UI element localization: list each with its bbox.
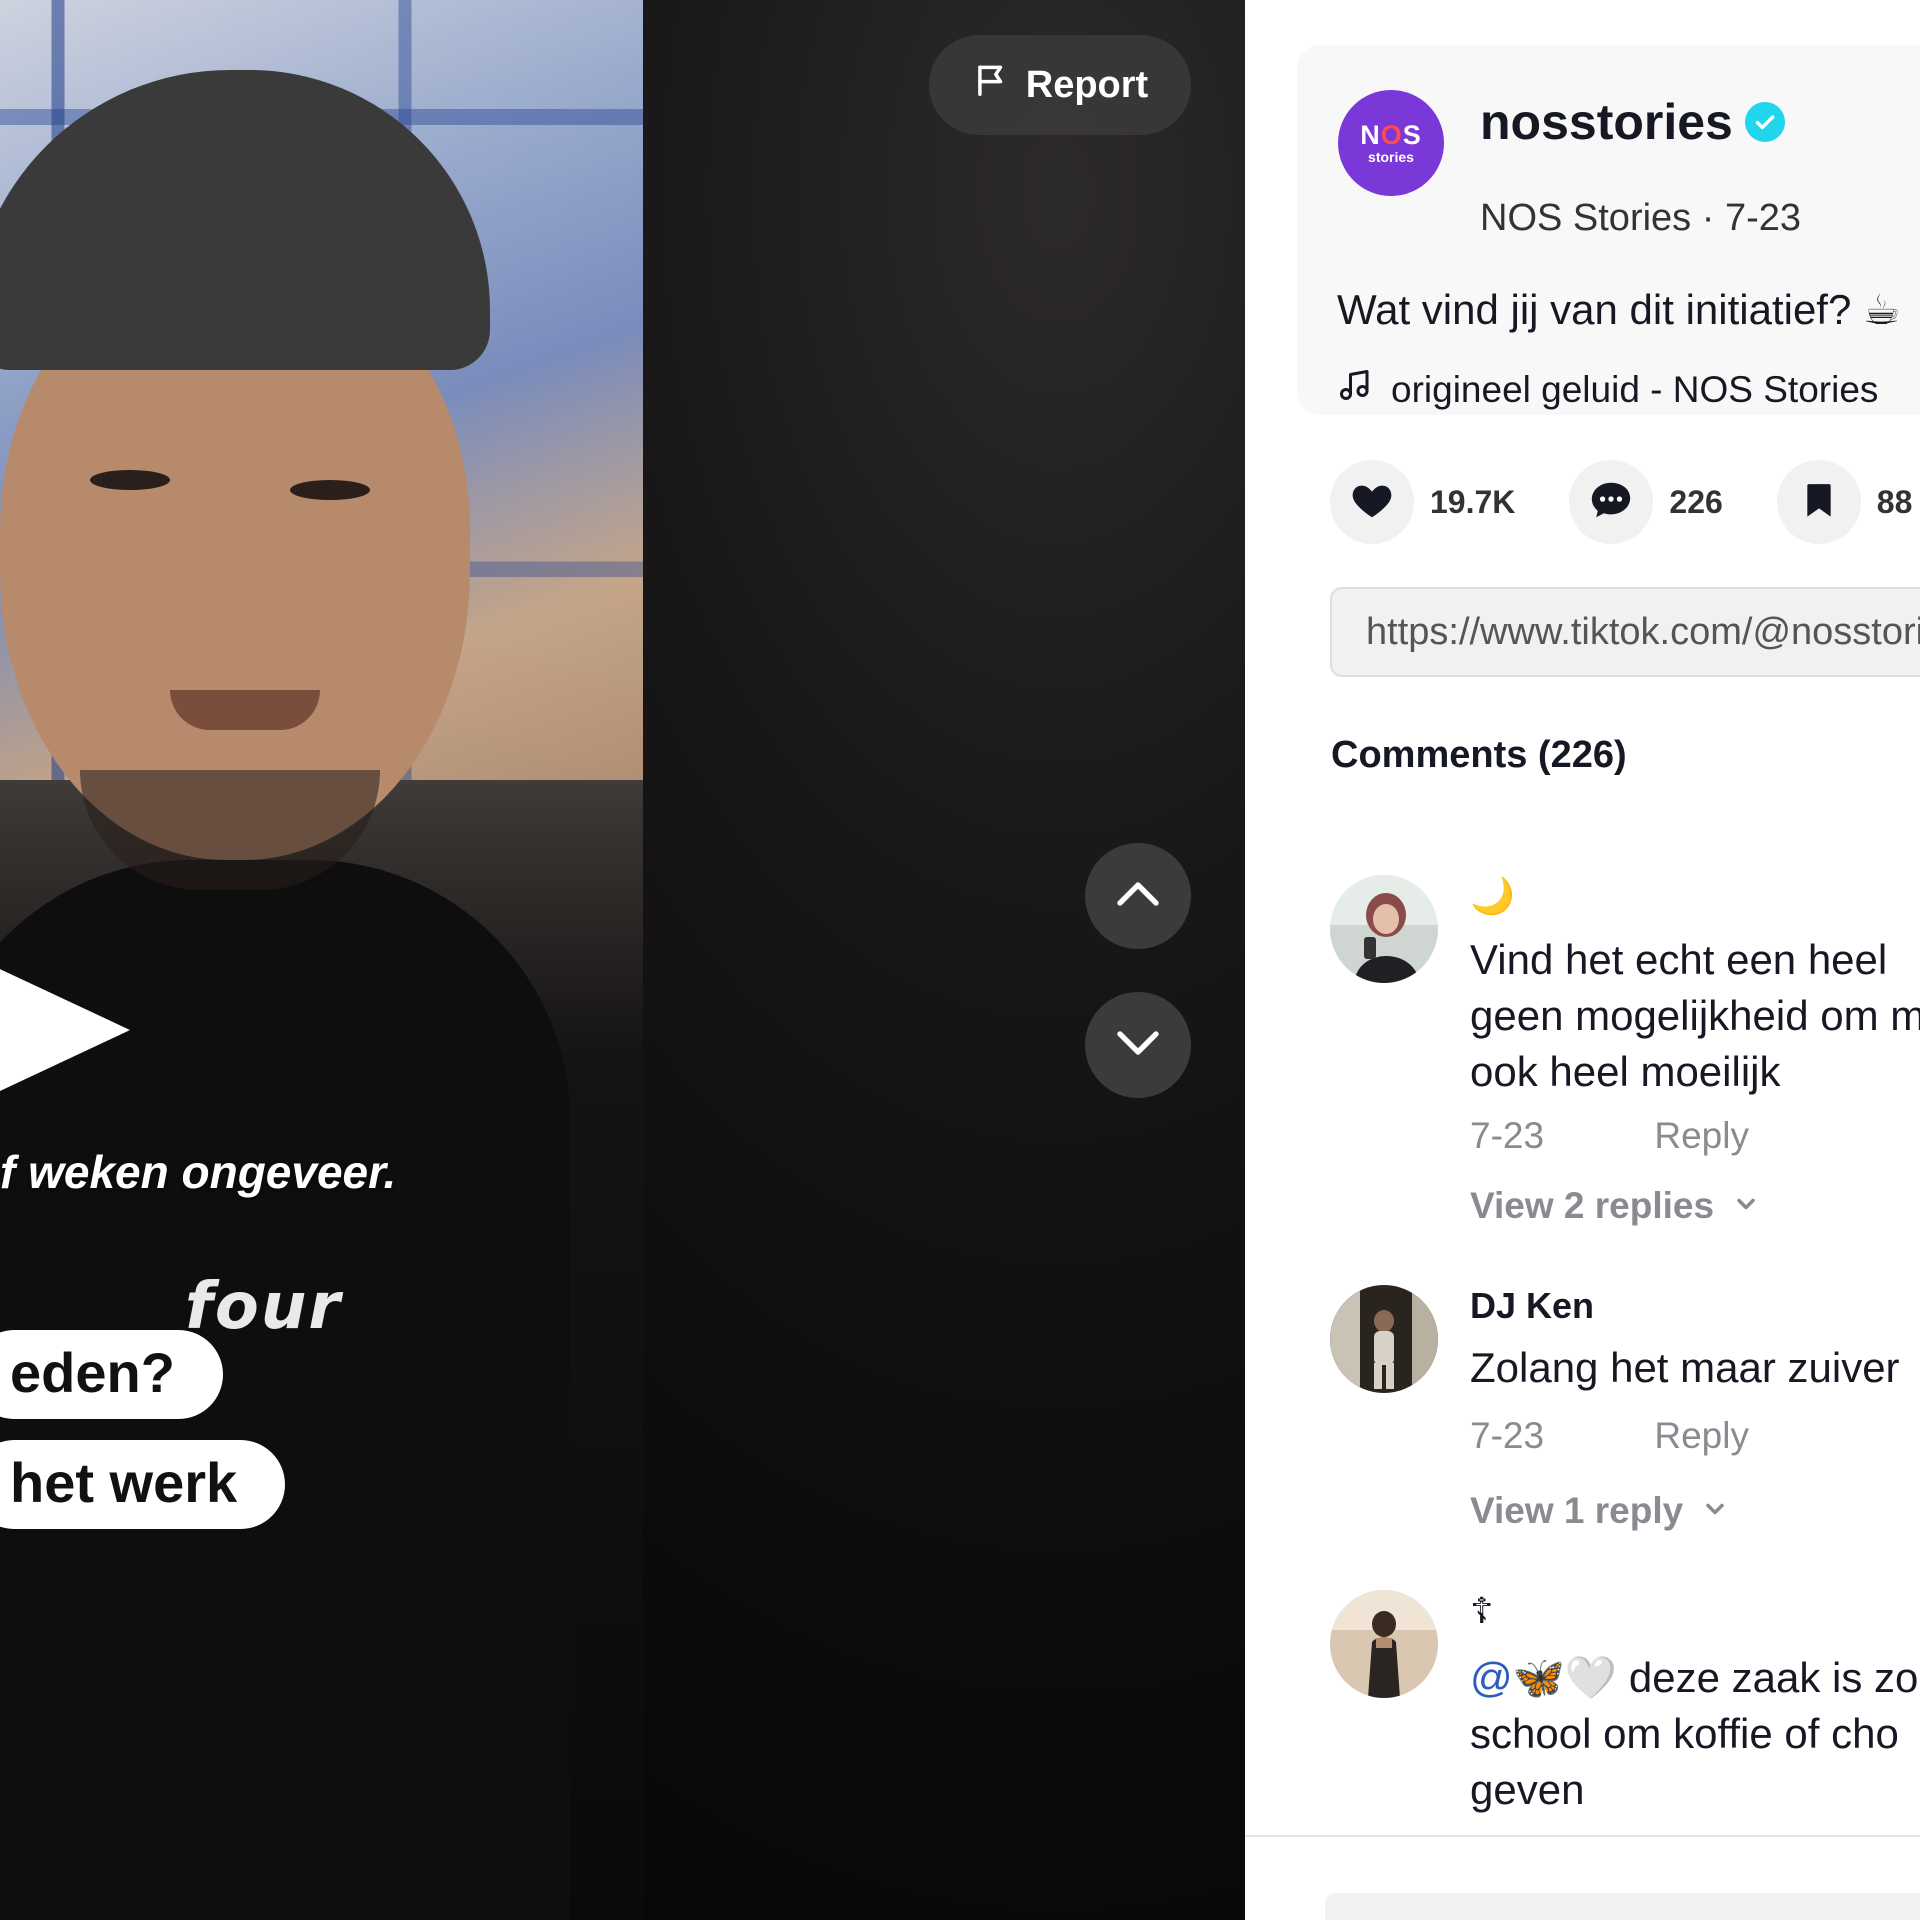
shirt-brand-text: four <box>185 1270 342 1344</box>
divider <box>1245 1835 1920 1837</box>
like-count: 19.7K <box>1430 483 1516 520</box>
comment-button[interactable] <box>1569 460 1654 544</box>
avatar-logo-subtext: stories <box>1368 148 1414 165</box>
bookmark-icon <box>1799 480 1839 525</box>
save-action[interactable]: 88 <box>1776 460 1913 544</box>
reply-button[interactable]: Reply <box>1654 1415 1749 1456</box>
comment-text-line: Zolang het maar zuiver <box>1470 1344 1900 1391</box>
report-button[interactable]: Report <box>929 35 1191 135</box>
like-button[interactable] <box>1330 460 1414 544</box>
avatar-logo-text: NOS <box>1360 119 1422 150</box>
save-button[interactable] <box>1776 460 1861 544</box>
comments-heading: Comments (226) <box>1331 734 1627 776</box>
save-count: 88 <box>1876 483 1913 520</box>
commenter-name[interactable]: DJ Ken <box>1470 1285 1594 1327</box>
author-avatar[interactable]: NOS stories <box>1338 90 1444 196</box>
verified-badge-icon <box>1744 102 1785 142</box>
next-video-button[interactable] <box>1085 992 1191 1098</box>
comment-action[interactable]: 226 <box>1569 460 1723 544</box>
video-caption-pill: het werk <box>0 1440 286 1529</box>
comment-text: @🦋🤍 deze zaak is zo school om koffie of … <box>1470 1650 1918 1818</box>
comment-text: Vind het echt een heel geen mogelijkheid… <box>1470 932 1920 1100</box>
chevron-down-icon <box>1701 1490 1729 1532</box>
chevron-up-icon <box>1111 867 1165 926</box>
comment-text-line: geven <box>1470 1766 1585 1813</box>
commenter-avatar[interactable] <box>1330 1590 1438 1698</box>
engagement-actions: 19.7K 226 88 <box>1330 460 1920 544</box>
subject-mouth <box>170 690 320 730</box>
subject-eye <box>90 470 170 490</box>
comment-bubble-icon <box>1588 477 1634 528</box>
comment-text: Zolang het maar zuiver <box>1470 1340 1900 1396</box>
music-title: origineel geluid - NOS Stories <box>1391 368 1879 410</box>
video-info-card: NOS stories nosstories NOS Stories · 7-2… <box>1297 45 1920 415</box>
commenter-name[interactable]: 🌙 <box>1470 875 1515 917</box>
comment-text-line: @🦋🤍 deze zaak is zo <box>1470 1650 1918 1706</box>
author-username[interactable]: nosstories <box>1480 93 1733 151</box>
report-label: Report <box>1025 63 1149 106</box>
add-comment-input[interactable] <box>1325 1893 1920 1920</box>
music-note-icon <box>1337 367 1373 412</box>
view-replies-button[interactable]: View 2 replies <box>1470 1185 1760 1227</box>
comment-text-line: geen mogelijkheid om m <box>1470 992 1920 1039</box>
view-replies-button[interactable]: View 1 reply <box>1470 1490 1729 1532</box>
video-link-field[interactable]: https://www.tiktok.com/@nosstories <box>1330 587 1920 677</box>
comment-date: 7-23 <box>1470 1115 1545 1156</box>
video-player[interactable]: four f weken ongeveer. eden? het werk Re… <box>0 0 1245 1920</box>
video-description: Wat vind jij van dit initiatief? ☕ <box>1337 286 1901 333</box>
heart-icon <box>1349 477 1395 528</box>
reply-button[interactable]: Reply <box>1654 1115 1749 1156</box>
video-subtitle: f weken ongeveer. <box>0 1146 397 1198</box>
view-replies-label: View 1 reply <box>1470 1490 1684 1531</box>
commenter-avatar[interactable] <box>1330 875 1438 983</box>
username-row: nosstories <box>1480 93 1785 151</box>
flag-icon <box>972 61 1010 109</box>
like-action[interactable]: 19.7K <box>1330 460 1515 544</box>
author-meta: NOS Stories · 7-23 <box>1480 197 1801 239</box>
subject-cap <box>0 70 490 370</box>
view-replies-label: View 2 replies <box>1470 1185 1715 1226</box>
previous-video-button[interactable] <box>1085 843 1191 949</box>
music-link[interactable]: origineel geluid - NOS Stories <box>1337 367 1878 412</box>
comment-meta: 7-23 Reply <box>1470 1415 1749 1457</box>
comment-meta: 7-23 Reply <box>1470 1115 1749 1157</box>
mention-link[interactable]: @🦋🤍 <box>1470 1654 1617 1701</box>
commenter-avatar[interactable] <box>1330 1285 1438 1393</box>
subject-eye <box>290 480 370 500</box>
chevron-down-icon <box>1111 1016 1165 1075</box>
comment-text-fragment: deze zaak is zo <box>1617 1654 1919 1701</box>
comment-date: 7-23 <box>1470 1415 1545 1456</box>
chevron-down-icon <box>1732 1185 1760 1227</box>
details-panel: NOS stories nosstories NOS Stories · 7-2… <box>1245 0 1920 1920</box>
comment-text-line: Vind het echt een heel <box>1470 936 1888 983</box>
comment-count: 226 <box>1669 483 1723 520</box>
commenter-name[interactable]: ☦ <box>1470 1590 1493 1632</box>
video-caption-pill: eden? <box>0 1330 223 1419</box>
video-frame[interactable]: four f weken ongeveer. eden? het werk <box>0 0 643 1920</box>
comment-text-line: ook heel moeilijk <box>1470 1048 1781 1095</box>
play-icon[interactable] <box>0 955 130 1105</box>
comment-text-line: school om koffie of cho <box>1470 1710 1899 1757</box>
